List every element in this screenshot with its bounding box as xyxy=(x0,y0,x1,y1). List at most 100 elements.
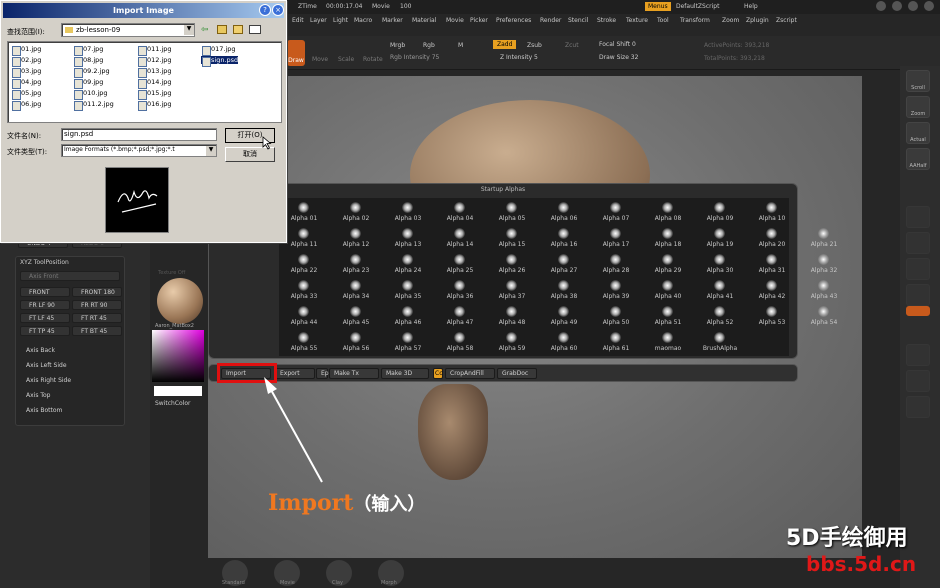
alpha-cell[interactable]: Alpha 35 xyxy=(383,276,433,302)
alpha-cell[interactable]: Alpha 19 xyxy=(695,224,745,250)
make-tx-button[interactable]: Make Tx xyxy=(329,368,379,379)
menu-zscript[interactable]: Zscript xyxy=(776,17,797,24)
actual-button[interactable]: Actual xyxy=(906,122,930,144)
file-item[interactable]: 010.jpg xyxy=(73,89,108,100)
aahalf-button[interactable]: AAHalf xyxy=(906,148,930,170)
alpha-cell[interactable]: Alpha 25 xyxy=(435,250,485,276)
tray-button-11[interactable] xyxy=(906,396,930,418)
axis-back[interactable]: Axis Back xyxy=(26,347,55,354)
zoom-button[interactable]: Zoom xyxy=(906,96,930,118)
file-item[interactable]: 017.jpg xyxy=(201,45,236,56)
tray-button-8[interactable] xyxy=(906,284,930,306)
menu-edit[interactable]: Edit xyxy=(292,17,304,24)
menu-texture[interactable]: Texture xyxy=(626,17,648,24)
alpha-cell[interactable]: Alpha 41 xyxy=(695,276,745,302)
move-button[interactable]: Move xyxy=(312,56,328,63)
file-item[interactable]: 016.jpg xyxy=(137,100,172,111)
alpha-cell[interactable]: Alpha 53 xyxy=(747,302,797,328)
alpha-cell[interactable]: Alpha 51 xyxy=(643,302,693,328)
axis-top[interactable]: Axis Top xyxy=(26,392,50,399)
alpha-cell[interactable]: Alpha 24 xyxy=(383,250,433,276)
view-ft-lf-45[interactable]: FT LF 45 xyxy=(20,313,70,323)
file-item[interactable]: 05.jpg xyxy=(11,89,41,100)
alpha-cell[interactable]: Alpha 31 xyxy=(747,250,797,276)
view-ft-rt-45[interactable]: FT RT 45 xyxy=(72,313,122,323)
chevron-down-icon[interactable]: ▼ xyxy=(206,146,216,156)
menu-macro[interactable]: Macro xyxy=(354,17,372,24)
help-button[interactable]: Help xyxy=(744,3,758,10)
file-item[interactable]: 09.2.jpg xyxy=(73,67,110,78)
alpha-cell[interactable]: Alpha 44 xyxy=(279,302,329,328)
menu-material[interactable]: Material xyxy=(412,17,436,24)
alpha-cell[interactable]: Alpha 20 xyxy=(747,224,797,250)
m-button[interactable]: M xyxy=(458,42,463,49)
alpha-cell[interactable]: Alpha 45 xyxy=(331,302,381,328)
alpha-cell[interactable]: BrushAlpha xyxy=(695,328,745,354)
file-item[interactable]: 013.jpg xyxy=(137,67,172,78)
menu-zplugin[interactable]: Zplugin xyxy=(746,17,769,24)
alpha-cell[interactable]: Alpha 27 xyxy=(539,250,589,276)
maximize-icon[interactable] xyxy=(892,1,902,11)
menu-marker[interactable]: Marker xyxy=(382,17,403,24)
tray-button-6[interactable] xyxy=(906,232,930,254)
up-folder-icon[interactable] xyxy=(217,25,227,34)
alpha-cell[interactable]: Alpha 32 xyxy=(799,250,849,276)
file-item[interactable]: 01.jpg xyxy=(11,45,41,56)
alpha-cell[interactable]: Alpha 57 xyxy=(383,328,433,354)
alpha-cell[interactable]: Alpha 15 xyxy=(487,224,537,250)
view-ft-bt-45[interactable]: FT BT 45 xyxy=(72,326,122,336)
tray-button-7[interactable] xyxy=(906,258,930,280)
zadd-button[interactable]: Zadd xyxy=(493,40,517,49)
color-picker[interactable] xyxy=(152,330,204,382)
menu-preferences[interactable]: Preferences xyxy=(496,17,531,24)
alpha-cell[interactable]: Alpha 55 xyxy=(279,328,329,354)
tray-orange-button[interactable] xyxy=(906,306,930,316)
alpha-cell[interactable]: Alpha 09 xyxy=(695,198,745,224)
tray-button-9[interactable] xyxy=(906,344,930,366)
alpha-cell[interactable]: Alpha 07 xyxy=(591,198,641,224)
alpha-cell[interactable]: Alpha 29 xyxy=(643,250,693,276)
alpha-cell[interactable]: Alpha 33 xyxy=(279,276,329,302)
rgb-button[interactable]: Rgb xyxy=(423,42,435,49)
view-menu-icon[interactable] xyxy=(249,25,261,34)
zcut-button[interactable]: Zcut xyxy=(565,42,579,49)
alpha-cell[interactable]: Alpha 61 xyxy=(591,328,641,354)
menu-stencil[interactable]: Stencil xyxy=(568,17,588,24)
menu-picker[interactable]: Picker xyxy=(470,17,488,24)
alpha-cell[interactable]: Alpha 38 xyxy=(539,276,589,302)
alpha-cell[interactable]: Alpha 54 xyxy=(799,302,849,328)
alpha-cell[interactable]: Alpha 14 xyxy=(435,224,485,250)
scroll-button[interactable]: Scroll xyxy=(906,70,930,92)
file-item[interactable]: 014.jpg xyxy=(137,78,172,89)
alpha-cell[interactable]: Alpha 08 xyxy=(643,198,693,224)
menu-stroke[interactable]: Stroke xyxy=(597,17,616,24)
material-sphere[interactable] xyxy=(157,278,203,324)
view-ft-tp-45[interactable]: FT TP 45 xyxy=(20,326,70,336)
menu-movie-label[interactable]: Movie xyxy=(372,3,390,10)
file-item[interactable]: 09.jpg xyxy=(73,78,103,89)
file-item[interactable]: 015.jpg xyxy=(137,89,172,100)
tray-button-10[interactable] xyxy=(906,370,930,392)
cc-button[interactable]: Cc xyxy=(433,368,443,379)
ep-button[interactable]: Ep xyxy=(316,368,329,379)
file-item[interactable]: 06.jpg xyxy=(11,100,41,111)
alpha-cell[interactable]: Alpha 16 xyxy=(539,224,589,250)
rotate-button[interactable]: Rotate xyxy=(363,56,383,63)
alpha-cell[interactable]: Alpha 30 xyxy=(695,250,745,276)
menu-transform[interactable]: Transform xyxy=(680,17,710,24)
view-fr-lf-90[interactable]: FR LF 90 xyxy=(20,300,70,310)
alpha-cell[interactable]: Alpha 60 xyxy=(539,328,589,354)
view-fr-rt-90[interactable]: FR RT 90 xyxy=(72,300,122,310)
alpha-cell[interactable]: Alpha 47 xyxy=(435,302,485,328)
zsub-button[interactable]: Zsub xyxy=(527,42,542,49)
folder-select[interactable]: zb-lesson-09 ▼ xyxy=(61,23,195,37)
alpha-cell[interactable]: Alpha 17 xyxy=(591,224,641,250)
default-zscript-button[interactable]: DefaultZScript xyxy=(676,3,719,10)
back-icon[interactable]: ⇦ xyxy=(201,25,209,35)
axis-front-button[interactable]: Axis Front xyxy=(20,271,120,281)
alpha-cell[interactable]: Alpha 34 xyxy=(331,276,381,302)
axis-bottom[interactable]: Axis Bottom xyxy=(26,407,62,414)
help-icon[interactable]: ? xyxy=(259,4,271,16)
alpha-cell[interactable]: Alpha 37 xyxy=(487,276,537,302)
scale-button[interactable]: Scale xyxy=(338,56,354,63)
